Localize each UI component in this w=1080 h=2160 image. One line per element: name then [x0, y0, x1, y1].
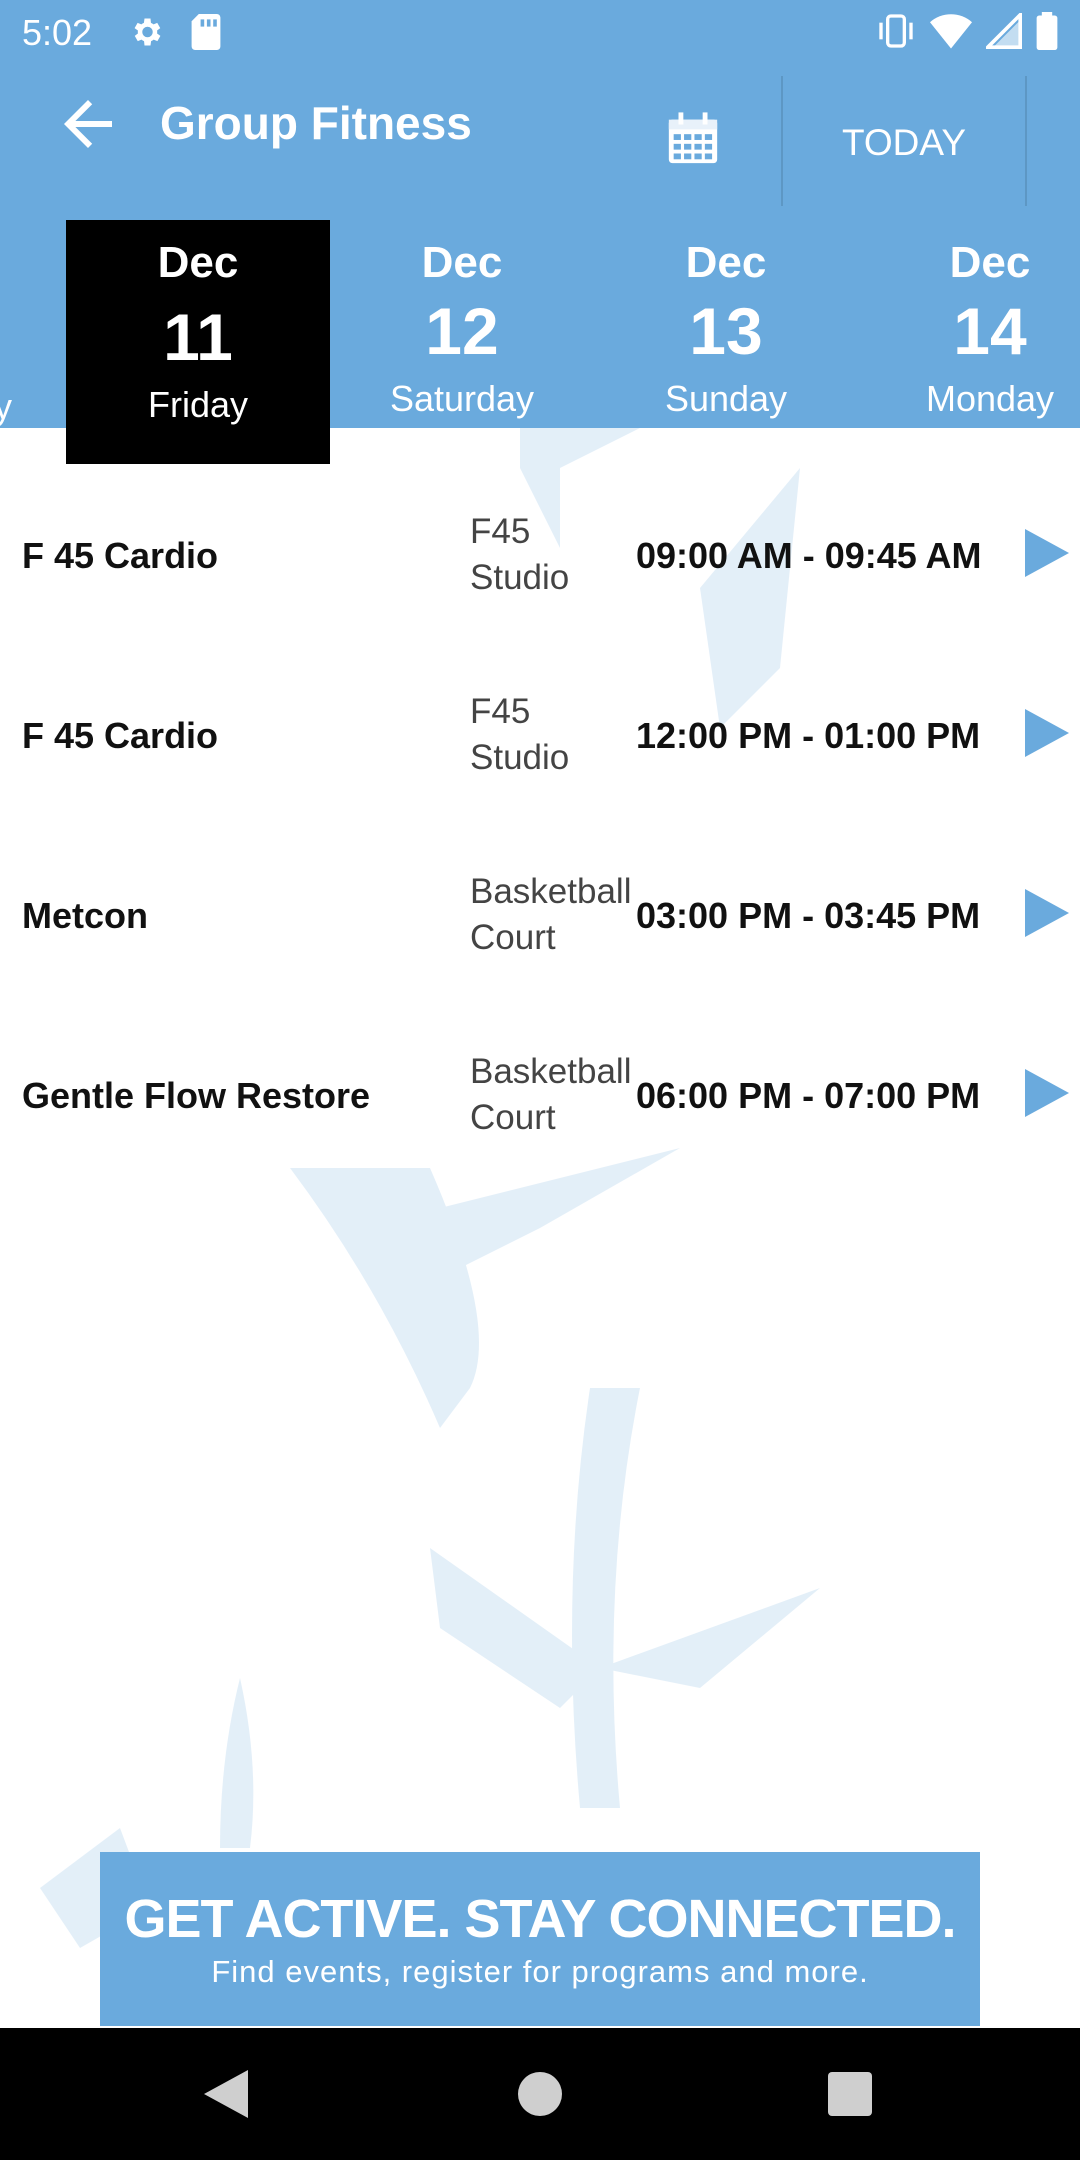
play-arrow-icon[interactable] — [1025, 529, 1069, 582]
nav-recents-icon[interactable] — [828, 2072, 872, 2121]
promo-banner[interactable]: GET ACTIVE. STAY CONNECTED. Find events,… — [100, 1852, 980, 2026]
class-name: Gentle Flow Restore — [22, 1075, 371, 1116]
nav-home-icon[interactable] — [518, 2072, 562, 2121]
class-name: F 45 Cardio — [22, 715, 219, 756]
date-item[interactable]: Dec 13 Sunday — [594, 220, 858, 442]
class-time: 06:00 PM - 07:00 PM — [636, 1075, 981, 1116]
class-name: F 45 Cardio — [22, 535, 219, 576]
list-item[interactable]: Metcon Basketball Court 03:00 PM - 03:45… — [0, 825, 1080, 1005]
page-title: Group Fitness — [160, 97, 472, 149]
wifi-icon — [930, 13, 972, 54]
list-item[interactable]: F 45 Cardio F45 Studio 12:00 PM - 01:00 … — [0, 645, 1080, 825]
today-button[interactable]: TODAY — [783, 122, 1025, 164]
class-time: 03:00 PM - 03:45 PM — [636, 895, 981, 936]
play-arrow-icon[interactable] — [1025, 889, 1069, 942]
class-location: F45 Studio — [470, 692, 570, 777]
date-month: Dec — [421, 238, 503, 287]
date-weekday: Friday — [147, 384, 249, 425]
date-day-number: 13 — [689, 294, 763, 368]
date-month: Dec — [685, 238, 767, 287]
settings-icon — [128, 14, 164, 55]
banner-subline: Find events, register for programs and m… — [211, 1954, 869, 1989]
vibrate-icon — [876, 13, 916, 54]
date-weekday: Saturday — [389, 378, 535, 419]
toolbar-divider — [1025, 76, 1027, 206]
class-list: F 45 Cardio F45 Studio 09:00 AM - 09:45 … — [0, 465, 1080, 1185]
status-bar: 5:02 — [0, 0, 1080, 66]
app-toolbar: Group Fitness TODAY — [0, 66, 1080, 206]
class-time: 09:00 AM - 09:45 AM — [636, 535, 982, 576]
date-strip[interactable]: y Dec 11 Friday Dec 12 Saturday Dec 13 S… — [0, 206, 1080, 464]
date-day-number: 12 — [425, 294, 499, 368]
date-day-number: 14 — [953, 294, 1027, 368]
date-weekday: Sunday — [664, 378, 788, 419]
date-partial-prev[interactable]: y — [0, 386, 12, 428]
navigation-bar — [0, 2028, 1080, 2160]
status-time: 5:02 — [22, 12, 93, 53]
class-location: Basketball Court — [470, 1052, 632, 1137]
class-time: 12:00 PM - 01:00 PM — [636, 715, 981, 756]
signal-icon — [983, 9, 1022, 54]
battery-icon — [1036, 11, 1058, 55]
date-month: Dec — [157, 238, 239, 287]
date-month: Dec — [949, 238, 1031, 287]
play-arrow-icon[interactable] — [1025, 1069, 1069, 1122]
banner-headline: GET ACTIVE. STAY CONNECTED. — [124, 1889, 956, 1949]
date-item[interactable]: Dec 14 Monday — [858, 220, 1080, 442]
list-item[interactable]: Gentle Flow Restore Basketball Court 06:… — [0, 1005, 1080, 1185]
class-location: Basketball Court — [470, 872, 632, 957]
nav-back-icon[interactable] — [204, 2070, 248, 2123]
class-location: F45 Studio — [470, 512, 570, 597]
play-arrow-icon[interactable] — [1025, 709, 1069, 762]
sd-card-icon — [190, 14, 222, 55]
arrow-left-icon[interactable] — [52, 88, 124, 160]
date-item[interactable]: Dec 12 Saturday — [330, 220, 594, 442]
date-weekday: Monday — [925, 378, 1055, 419]
list-item[interactable]: F 45 Cardio F45 Studio 09:00 AM - 09:45 … — [0, 465, 1080, 645]
date-day-number: 11 — [163, 300, 233, 374]
class-name: Metcon — [22, 895, 148, 936]
calendar-icon[interactable] — [664, 110, 722, 173]
